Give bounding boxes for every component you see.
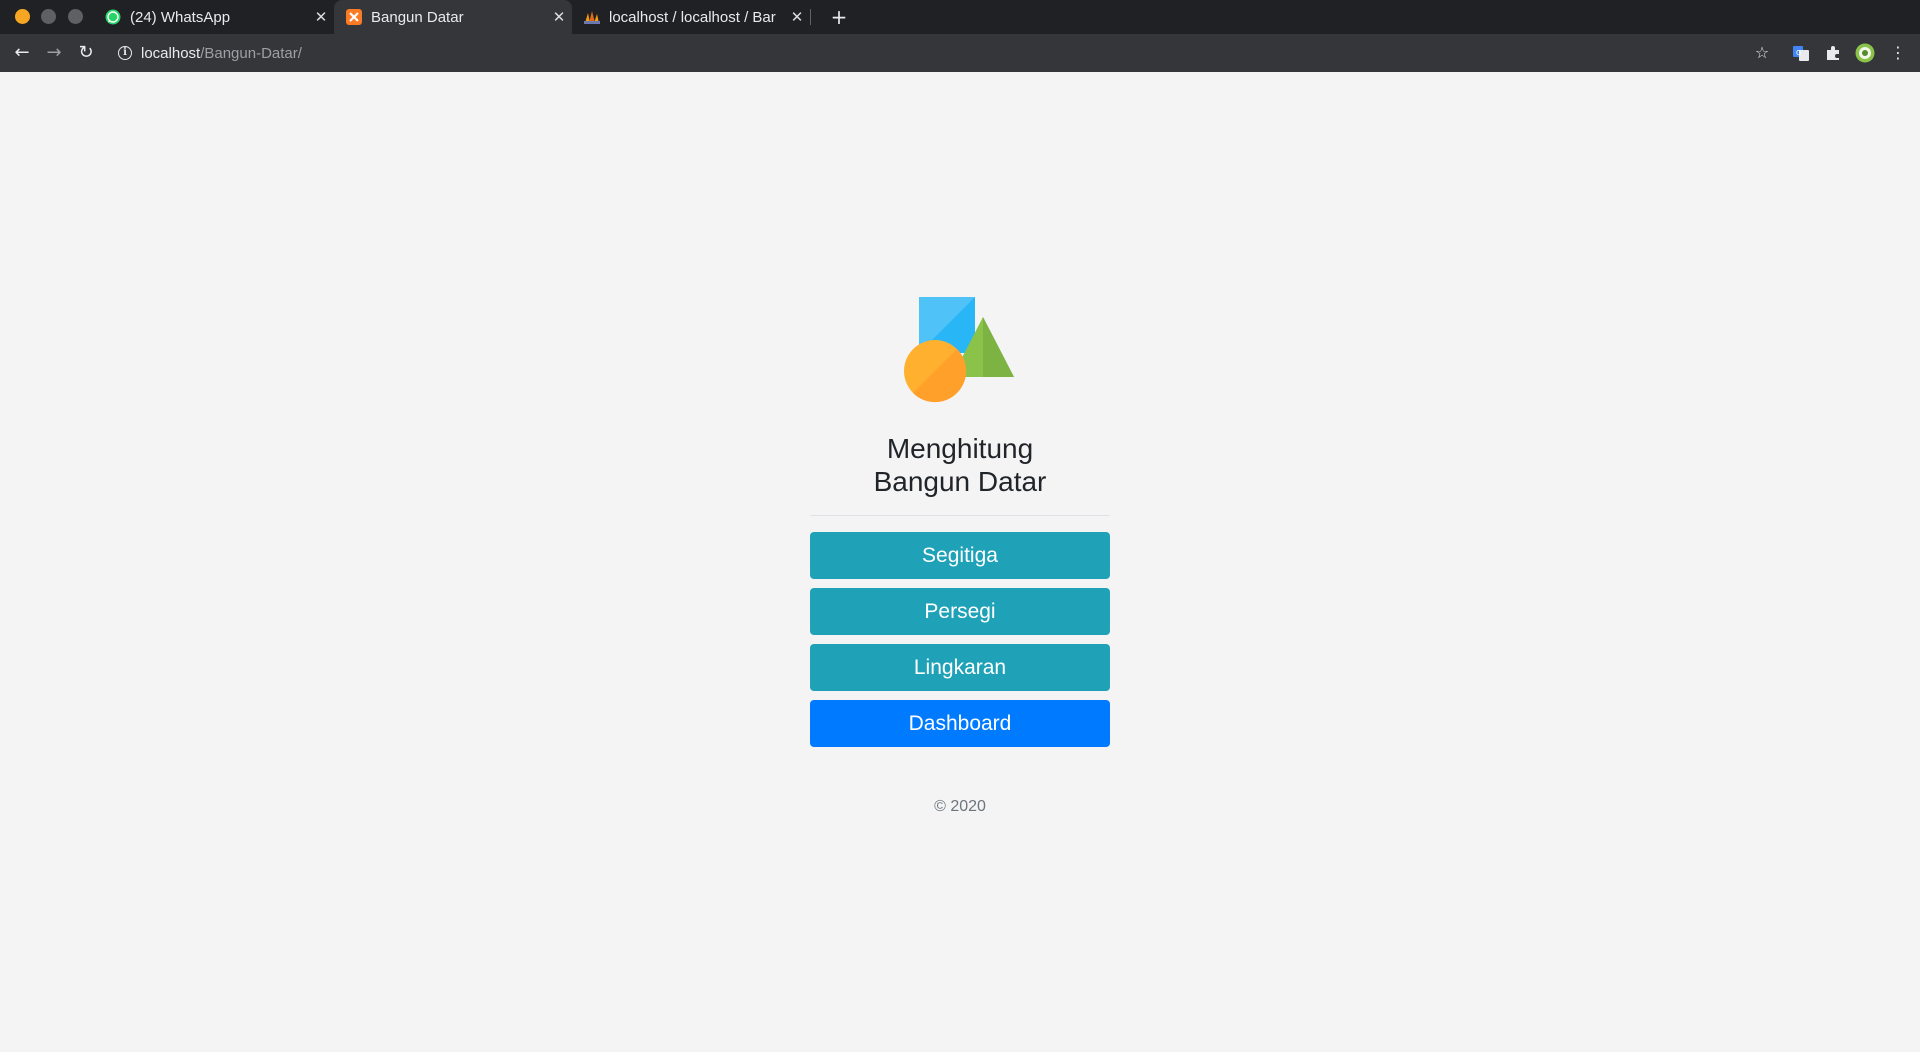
translate-icon[interactable]: G (1791, 43, 1811, 63)
divider (810, 515, 1110, 516)
tab-close-icon[interactable]: ✕ (550, 8, 568, 26)
window-minimize-button[interactable] (41, 9, 56, 24)
tab-title: Bangun Datar (371, 8, 464, 26)
xampp-icon (346, 9, 362, 25)
forward-button[interactable]: → (42, 41, 66, 65)
shapes-logo (904, 297, 1014, 403)
bookmark-star-icon[interactable]: ☆ (1752, 43, 1772, 63)
extensions-puzzle-icon[interactable] (1823, 43, 1843, 63)
tab-close-icon[interactable]: ✕ (788, 8, 806, 26)
tab-whatsapp[interactable]: (24) WhatsApp ✕ (105, 0, 330, 34)
menu-kebab-icon[interactable]: ⋮ (1888, 43, 1908, 63)
tab-separator (810, 9, 811, 25)
browser-chrome: (24) WhatsApp ✕ Bangun Datar ✕ localhost… (0, 0, 1920, 72)
back-button[interactable]: ← (10, 41, 34, 65)
tab-title: (24) WhatsApp (130, 8, 231, 26)
page-content: Menghitung Bangun Datar Segitiga Persegi… (0, 72, 1920, 1052)
dashboard-button[interactable]: Dashboard (810, 700, 1110, 747)
profile-avatar-icon[interactable] (1855, 43, 1875, 63)
page-title-line1: Menghitung (886, 433, 1034, 464)
tab-phpmyadmin[interactable]: localhost / localhost / Bar ✕ (584, 0, 806, 34)
browser-toolbar: ← → ↻ i localhost/Bangun-Datar/ ☆ G ⋮ (0, 34, 1920, 72)
tab-bangun-datar[interactable]: Bangun Datar ✕ (334, 0, 572, 34)
whatsapp-icon (105, 9, 121, 25)
address-bar[interactable]: i localhost/Bangun-Datar/ (110, 37, 1790, 69)
window-close-button[interactable] (15, 9, 30, 24)
segitiga-button[interactable]: Segitiga (810, 532, 1110, 579)
page-title: Menghitung Bangun Datar (810, 432, 1110, 498)
phpmyadmin-icon (584, 11, 600, 24)
tab-title: localhost / localhost / Bar (609, 8, 776, 26)
lingkaran-button[interactable]: Lingkaran (810, 644, 1110, 691)
tab-close-icon[interactable]: ✕ (312, 8, 330, 26)
new-tab-button[interactable]: + (826, 4, 852, 30)
svg-text:G: G (1796, 49, 1801, 57)
tab-strip: (24) WhatsApp ✕ Bangun Datar ✕ localhost… (0, 0, 1920, 34)
reload-button[interactable]: ↻ (74, 41, 98, 65)
footer-copyright: © 2020 (934, 798, 986, 815)
url-host: localhost (141, 44, 201, 62)
page-title-line2: Bangun Datar (873, 466, 1047, 497)
info-icon[interactable]: i (118, 46, 132, 60)
persegi-button[interactable]: Persegi (810, 588, 1110, 635)
url-path: /Bangun-Datar/ (200, 44, 302, 62)
window-maximize-button[interactable] (68, 9, 83, 24)
